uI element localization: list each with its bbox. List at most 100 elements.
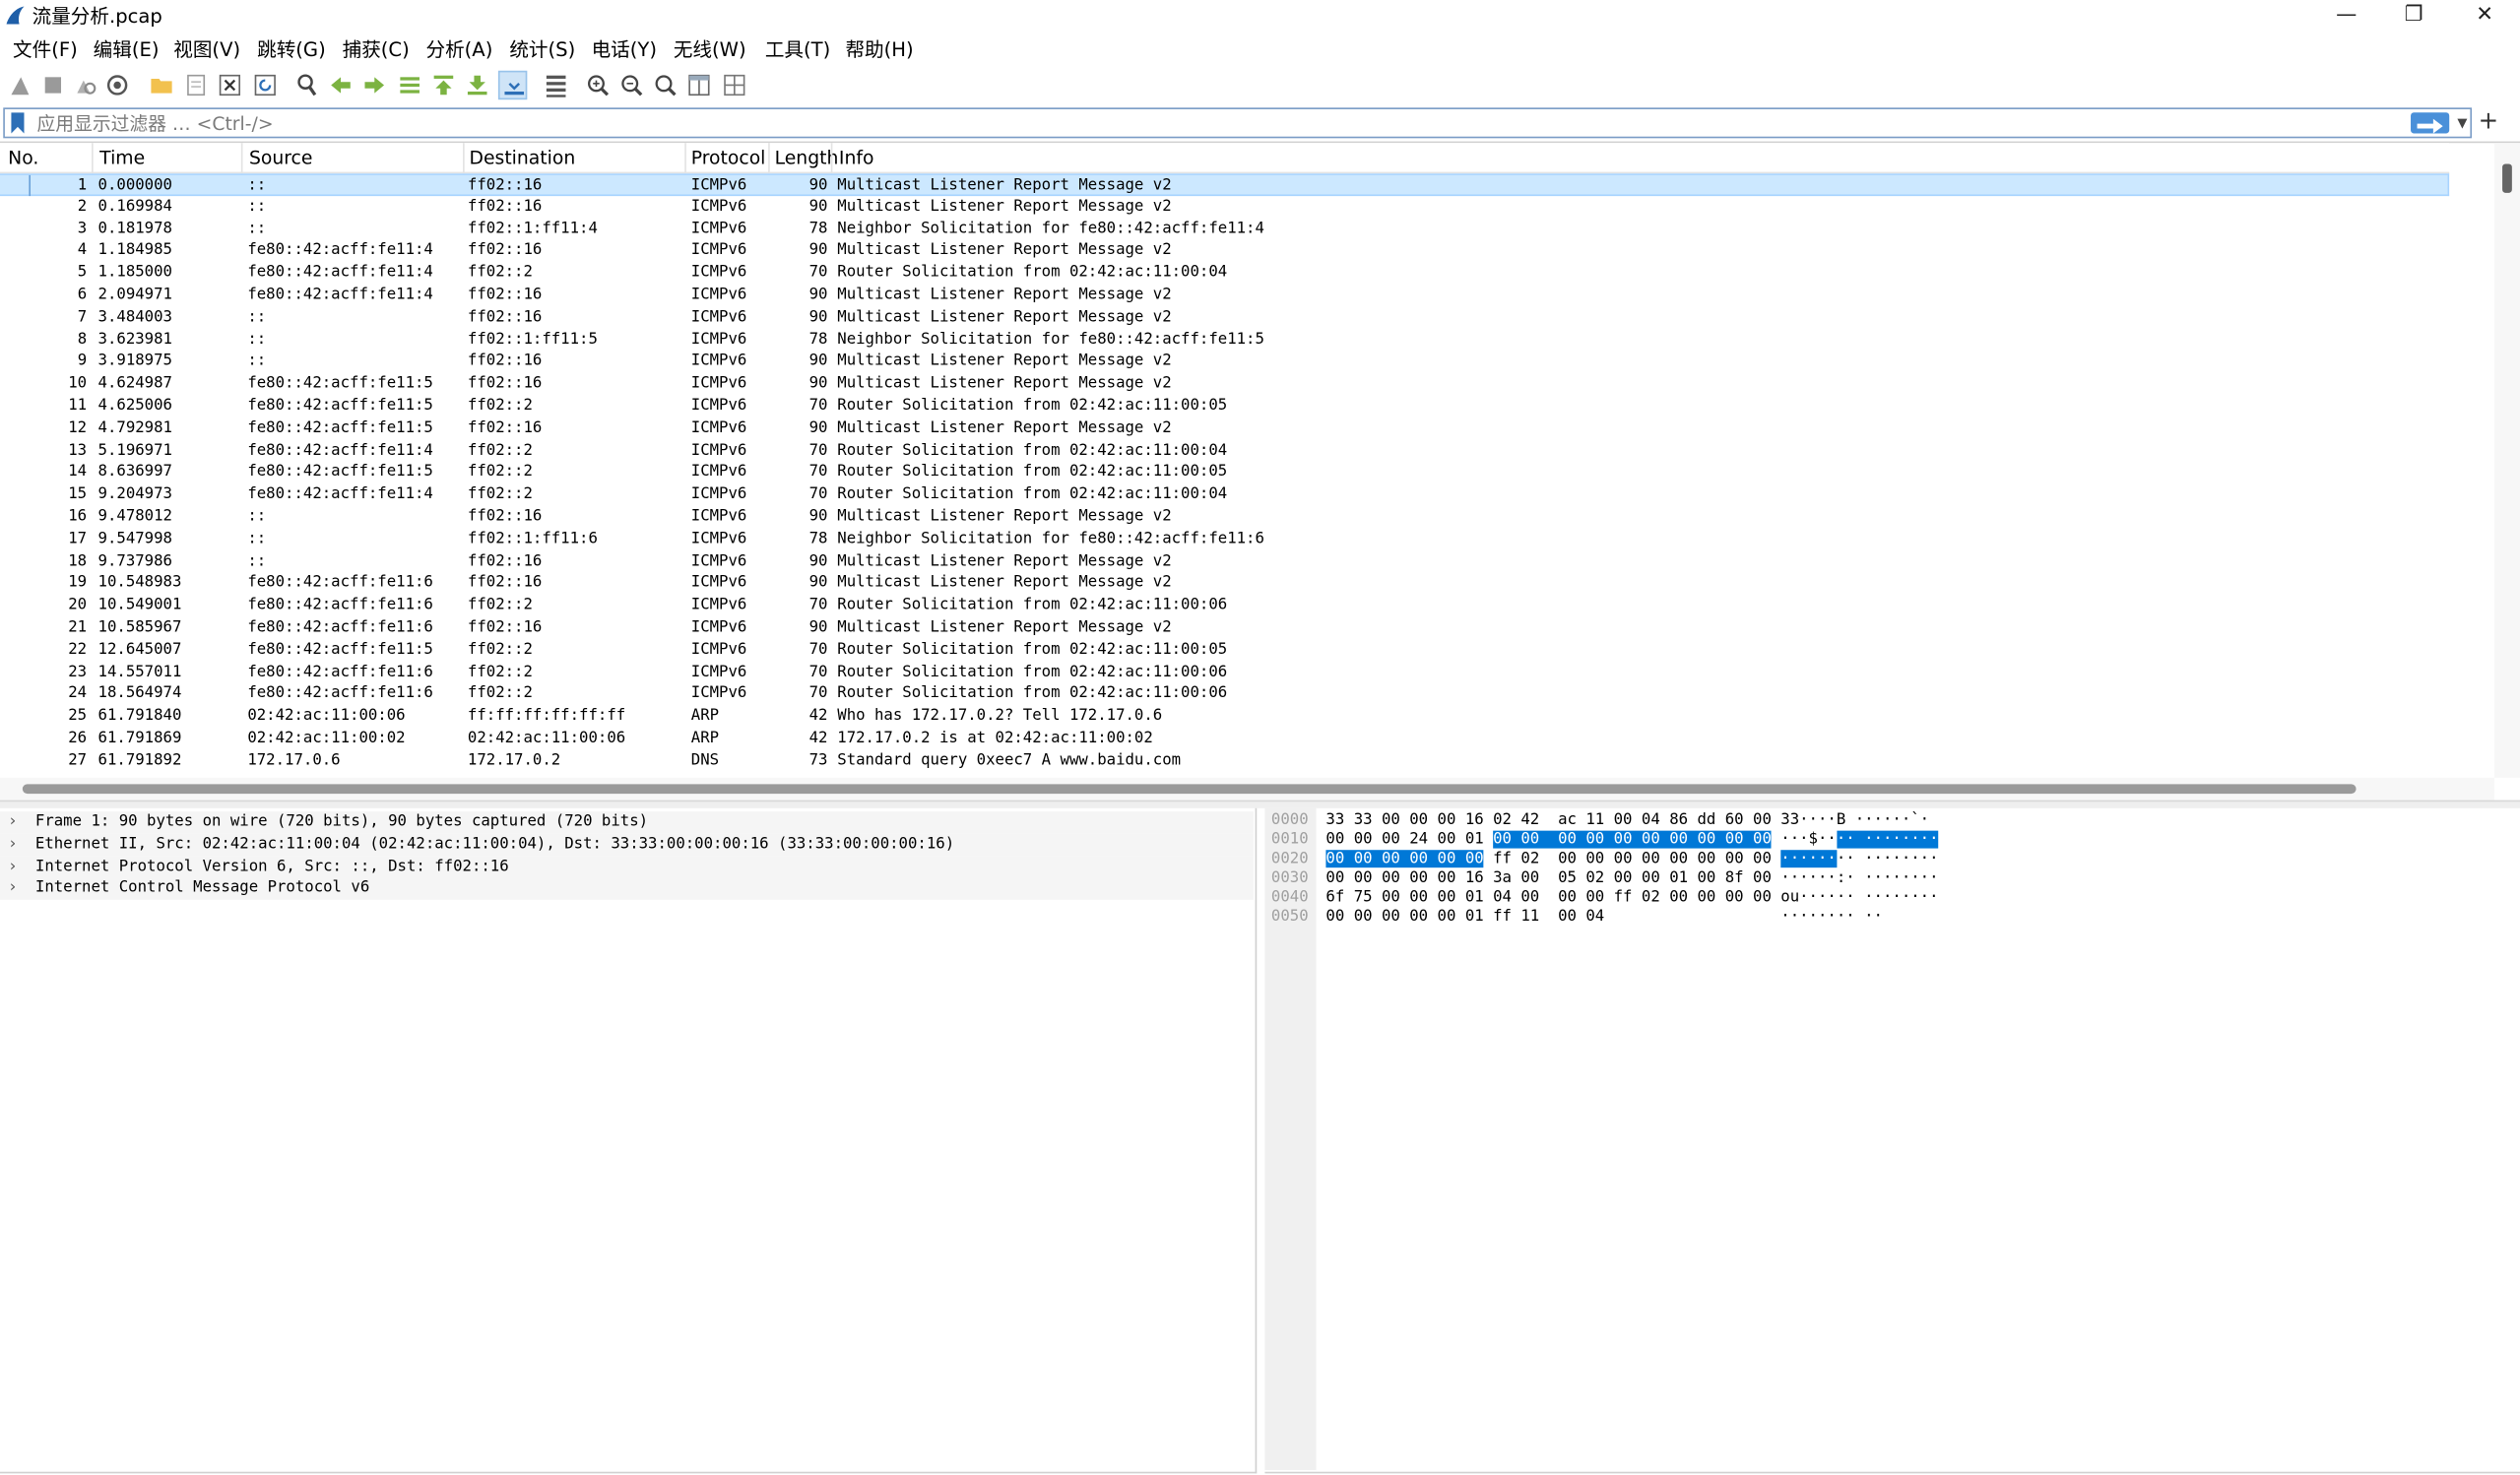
column-header-info[interactable]: Info bbox=[839, 146, 874, 169]
column-divider[interactable] bbox=[684, 143, 686, 174]
byte-ascii-line[interactable]: ······:· ········ bbox=[1780, 869, 1938, 889]
packet-row[interactable]: 27 61.791892 172.17.0.6 172.17.0.2 DNS 73 Stan… bbox=[0, 750, 2449, 773]
packet-row[interactable]: 7 3.484003:: ff02::16 ICMPv6 90 Multicast Lis… bbox=[0, 306, 2449, 329]
byte-hex-line[interactable]: 00 00 00 00 00 00 ff 02 00 00 00 00 00 0… bbox=[1325, 850, 1772, 869]
detail-tree-item[interactable]: › Internet Control Message Protocol v6 bbox=[0, 877, 1254, 901]
packet-row[interactable]: 19 10.548983 fe80::42:acff:fe11:6 ff02::16 I… bbox=[0, 573, 2449, 596]
packet-row[interactable]: 24 18.564974 fe80::42:acff:fe11:6 ff02::2 IC… bbox=[0, 683, 2449, 706]
column-header-no[interactable]: No. bbox=[8, 146, 38, 169]
column-divider[interactable] bbox=[830, 143, 833, 174]
packet-row[interactable]: 12 4.792981 fe80::42:acff:fe11:5 ff02::16 IC… bbox=[0, 417, 2449, 440]
first-packet-icon[interactable] bbox=[429, 71, 458, 99]
menu-analyze[interactable]: 分析(A) bbox=[425, 37, 492, 63]
byte-hex-line[interactable]: 6f 75 00 00 00 01 04 00 00 00 ff 02 00 0… bbox=[1325, 888, 1771, 908]
detail-tree-item[interactable]: › Ethernet II, Src: 02:42:ac:11:00:04 (02… bbox=[0, 833, 1254, 857]
menu-telephony[interactable]: 电话(Y) bbox=[592, 37, 657, 63]
display-filter-input[interactable]: 应用显示过滤器 … <Ctrl-/> ▼ bbox=[3, 107, 2473, 139]
minimize-button[interactable]: — bbox=[2311, 0, 2382, 32]
packet-row[interactable]: 25 61.791840 02:42:ac:11:00:06 ff:ff:ff:ff:… bbox=[0, 706, 2449, 729]
column-header-protocol[interactable]: Protocol bbox=[691, 146, 766, 169]
packet-row[interactable]: 5 1.185000 fe80::42:acff:fe11:4 ff02::2 ICMP… bbox=[0, 262, 2449, 285]
find-packet-icon[interactable] bbox=[292, 71, 321, 99]
detail-tree-item[interactable]: › Frame 1: 90 bytes on wire (720 bits), 9… bbox=[0, 811, 1254, 834]
go-forward-icon[interactable] bbox=[360, 71, 389, 99]
zoom-out-icon[interactable] bbox=[617, 71, 646, 99]
stop-capture-icon[interactable] bbox=[38, 71, 67, 99]
byte-hex-line[interactable]: 33 33 00 00 00 16 02 42 ac 11 00 04 86 d… bbox=[1325, 811, 1771, 831]
byte-hex-line[interactable]: 00 00 00 00 00 01 ff 11 00 04 bbox=[1325, 908, 1604, 928]
capture-options-icon[interactable] bbox=[102, 71, 131, 99]
auto-scroll-icon[interactable] bbox=[497, 70, 528, 100]
go-back-icon[interactable] bbox=[326, 71, 355, 99]
column-header-length[interactable]: Length bbox=[775, 146, 839, 169]
packet-list-vertical-scrollbar[interactable] bbox=[2493, 143, 2520, 778]
menu-wireless[interactable]: 无线(W) bbox=[674, 37, 746, 63]
packet-row[interactable]: 13 5.196971 fe80::42:acff:fe11:4 ff02::2 ICM… bbox=[0, 439, 2449, 462]
chevron-right-icon[interactable]: › bbox=[10, 834, 17, 857]
pane-splitter[interactable] bbox=[0, 800, 2520, 808]
packet-row[interactable]: 1 0.000000:: ff02::16 ICMPv6 90 Multicast Lis… bbox=[0, 173, 2450, 197]
restore-button[interactable]: ❐ bbox=[2378, 0, 2449, 32]
packet-row[interactable]: 3 0.181978:: ff02::1:ff11:4 ICMPv6 78 Neighbo… bbox=[0, 218, 2449, 240]
reload-file-icon[interactable] bbox=[251, 71, 280, 99]
byte-ascii-line[interactable]: ou······ ········ bbox=[1780, 888, 1938, 908]
packet-row[interactable]: 6 2.094971 fe80::42:acff:fe11:4 ff02::16 ICM… bbox=[0, 285, 2449, 307]
chevron-right-icon[interactable]: › bbox=[10, 811, 17, 834]
byte-ascii-line[interactable]: ···$···· ········ bbox=[1780, 830, 1939, 851]
column-header-destination[interactable]: Destination bbox=[470, 146, 576, 169]
byte-hex-line[interactable]: 00 00 00 00 00 16 3a 00 05 02 00 00 01 0… bbox=[1325, 869, 1771, 889]
close-file-icon[interactable] bbox=[216, 71, 244, 99]
packet-row[interactable]: 8 3.623981:: ff02::1:ff11:5 ICMPv6 78 Neighbo… bbox=[0, 329, 2449, 352]
column-divider[interactable] bbox=[463, 143, 465, 174]
chevron-right-icon[interactable]: › bbox=[10, 878, 17, 901]
packet-list-horizontal-scrollbar[interactable] bbox=[0, 777, 2494, 801]
start-capture-icon[interactable] bbox=[7, 71, 35, 99]
column-divider[interactable] bbox=[768, 143, 770, 174]
last-packet-icon[interactable] bbox=[463, 71, 491, 99]
column-header-source[interactable]: Source bbox=[249, 146, 312, 169]
bookmark-icon[interactable] bbox=[10, 112, 26, 134]
packet-row[interactable]: 22 12.645007 fe80::42:acff:fe11:5 ff02::2 IC… bbox=[0, 639, 2449, 662]
column-divider[interactable] bbox=[92, 143, 94, 174]
column-divider[interactable] bbox=[240, 143, 243, 174]
colorize-icon[interactable] bbox=[542, 71, 570, 99]
go-to-packet-icon[interactable] bbox=[395, 71, 423, 99]
restart-capture-icon[interactable] bbox=[71, 71, 99, 99]
save-file-icon[interactable] bbox=[181, 71, 210, 99]
menu-help[interactable]: 帮助(H) bbox=[845, 37, 913, 63]
packet-row[interactable]: 26 61.791869 02:42:ac:11:00:02 02:42:ac:11:… bbox=[0, 728, 2449, 750]
menu-statistics[interactable]: 统计(S) bbox=[509, 37, 575, 63]
packet-row[interactable]: 20 10.549001 fe80::42:acff:fe11:6 ff02::2 IC… bbox=[0, 595, 2449, 617]
scrollbar-thumb[interactable] bbox=[22, 784, 2357, 795]
close-button[interactable]: ✕ bbox=[2449, 0, 2520, 32]
zoom-in-icon[interactable] bbox=[583, 71, 612, 99]
menu-tools[interactable]: 工具(T) bbox=[765, 37, 830, 63]
byte-hex-line[interactable]: 00 00 00 24 00 01 00 00 00 00 00 00 00 0… bbox=[1325, 830, 1772, 851]
resize-columns-icon[interactable] bbox=[684, 71, 713, 99]
packet-row[interactable]: 17 9.547998:: ff02::1:ff11:6 ICMPv6 78 Neighb… bbox=[0, 529, 2449, 551]
packet-row[interactable]: 15 9.204973 fe80::42:acff:fe11:4 ff02::2 ICM… bbox=[0, 483, 2449, 506]
packet-row[interactable]: 14 8.636997 fe80::42:acff:fe11:5 ff02::2 ICM… bbox=[0, 462, 2449, 484]
packet-row[interactable]: 16 9.478012:: ff02::16 ICMPv6 90 Multicast Li… bbox=[0, 506, 2449, 529]
menu-go[interactable]: 跳转(G) bbox=[257, 37, 326, 63]
packet-row[interactable]: 9 3.918975:: ff02::16 ICMPv6 90 Multicast Lis… bbox=[0, 351, 2449, 373]
filter-history-dropdown-icon[interactable]: ▼ bbox=[2457, 115, 2467, 130]
scrollbar-thumb[interactable] bbox=[2502, 163, 2512, 193]
byte-ascii-line[interactable]: ········ ········ bbox=[1780, 850, 1939, 869]
packet-row[interactable]: 11 4.625006 fe80::42:acff:fe11:5 ff02::2 ICM… bbox=[0, 395, 2449, 417]
menu-edit[interactable]: 编辑(E) bbox=[94, 37, 160, 63]
byte-ascii-line[interactable]: ········ ·· bbox=[1780, 908, 1883, 928]
add-filter-button-icon[interactable]: + bbox=[2479, 107, 2499, 133]
menu-file[interactable]: 文件(F) bbox=[13, 37, 78, 63]
packet-row[interactable]: 2 0.169984:: ff02::16 ICMPv6 90 Multicast Lis… bbox=[0, 196, 2449, 219]
detail-tree-item[interactable]: › Internet Protocol Version 6, Src: ::, D… bbox=[0, 856, 1254, 878]
packet-row[interactable]: 4 1.184985 fe80::42:acff:fe11:4 ff02::16 ICM… bbox=[0, 240, 2449, 263]
layout-icon[interactable] bbox=[720, 71, 748, 99]
chevron-right-icon[interactable]: › bbox=[10, 856, 17, 878]
apply-filter-button[interactable] bbox=[2411, 112, 2450, 134]
packet-row[interactable]: 21 10.585967 fe80::42:acff:fe11:6 ff02::16 I… bbox=[0, 617, 2449, 640]
normal-size-icon[interactable] bbox=[651, 71, 679, 99]
menu-capture[interactable]: 捕获(C) bbox=[343, 37, 410, 63]
packet-row[interactable]: 18 9.737986:: ff02::16 ICMPv6 90 Multicast Li… bbox=[0, 550, 2449, 573]
packet-row[interactable]: 10 4.624987 fe80::42:acff:fe11:5 ff02::16 IC… bbox=[0, 373, 2449, 396]
